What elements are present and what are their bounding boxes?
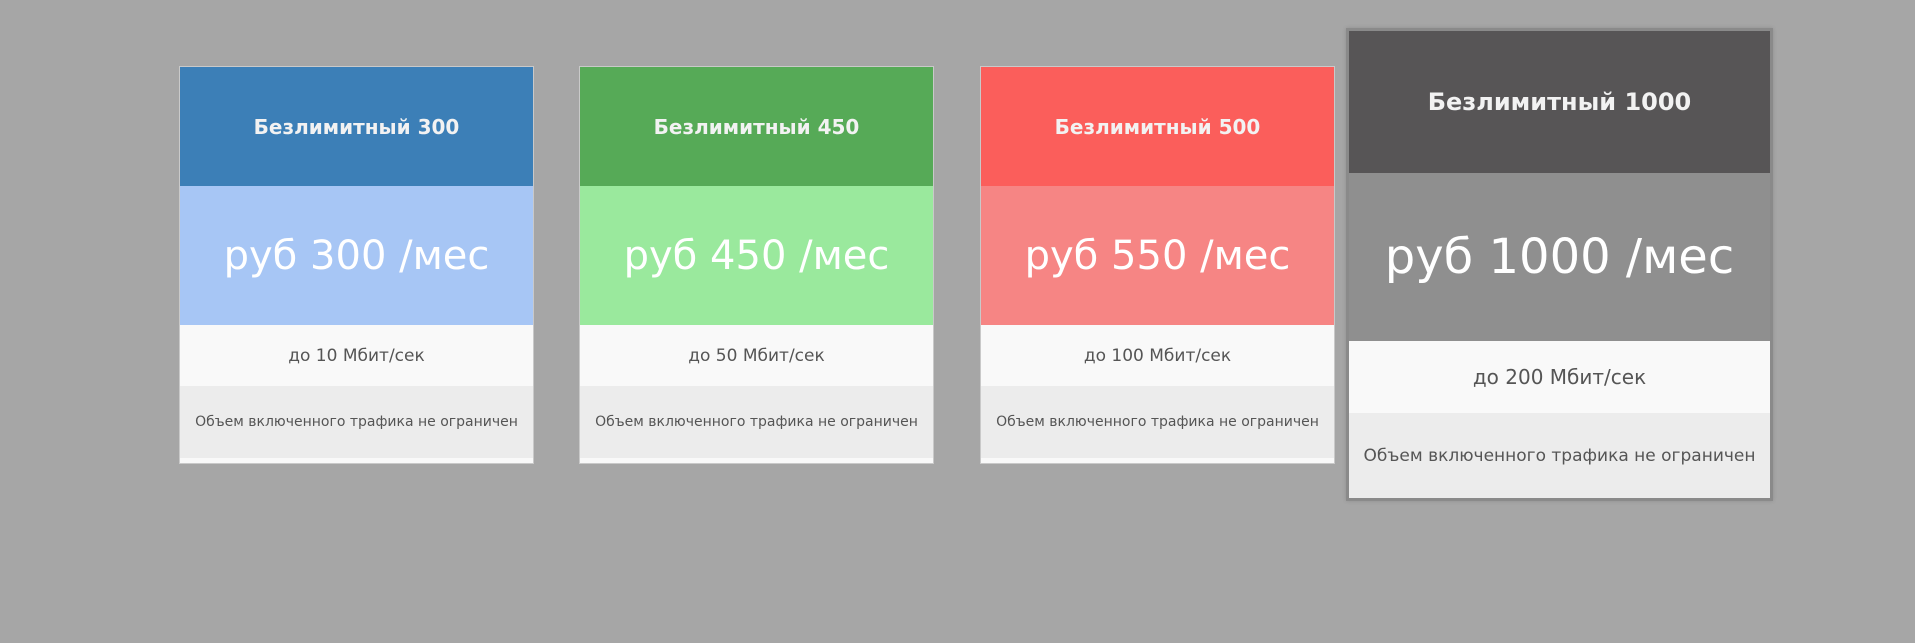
plan-title: Безлимитный 450	[580, 67, 933, 186]
plan-speed: до 50 Мбит/сек	[580, 325, 933, 386]
plan-price: руб 450 /мес	[580, 186, 933, 325]
plan-footer	[180, 458, 533, 463]
plan-card-500[interactable]: Безлимитный 500 руб 550 /мес до 100 Мбит…	[980, 66, 1335, 464]
plan-speed: до 200 Мбит/сек	[1349, 340, 1770, 414]
plan-speed: до 100 Мбит/сек	[981, 325, 1334, 386]
plan-price: руб 300 /мес	[180, 186, 533, 325]
plan-card-450[interactable]: Безлимитный 450 руб 450 /мес до 50 Мбит/…	[579, 66, 934, 464]
plan-traffic: Объем включенного трафика не ограничен	[580, 386, 933, 458]
plan-title: Безлимитный 1000	[1349, 31, 1770, 174]
plan-traffic: Объем включенного трафика не ограничен	[180, 386, 533, 458]
plan-price: руб 1000 /мес	[1349, 173, 1770, 341]
plan-card-300[interactable]: Безлимитный 300 руб 300 /мес до 10 Мбит/…	[179, 66, 534, 464]
plan-footer	[580, 458, 933, 463]
plan-speed: до 10 Мбит/сек	[180, 325, 533, 386]
plan-title: Безлимитный 500	[981, 67, 1334, 186]
plan-price: руб 550 /мес	[981, 186, 1334, 325]
plan-traffic: Объем включенного трафика не ограничен	[1349, 413, 1770, 498]
plan-traffic: Объем включенного трафика не ограничен	[981, 386, 1334, 458]
plan-footer	[981, 458, 1334, 463]
plan-title: Безлимитный 300	[180, 67, 533, 186]
pricing-plans: Безлимитный 300 руб 300 /мес до 10 Мбит/…	[0, 0, 1915, 643]
plan-card-1000[interactable]: Безлимитный 1000 руб 1000 /мес до 200 Мб…	[1346, 28, 1773, 501]
